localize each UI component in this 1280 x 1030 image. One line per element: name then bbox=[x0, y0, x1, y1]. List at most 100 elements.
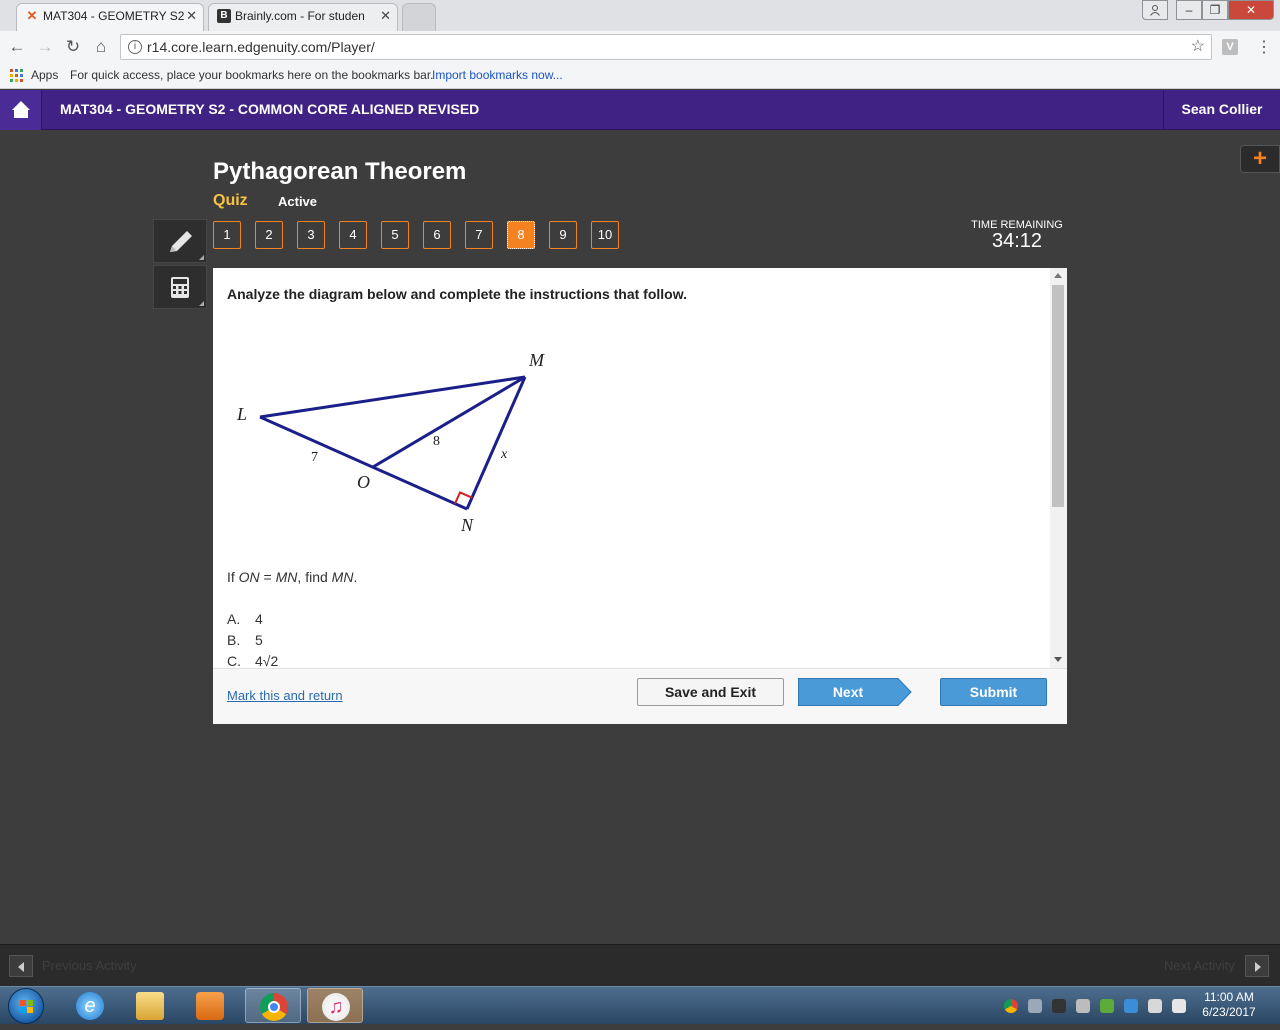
prompt-segment: MN bbox=[331, 569, 354, 585]
question-prompt: If ON = MN, find MN. bbox=[227, 569, 357, 585]
scrollbar-thumb[interactable] bbox=[1052, 285, 1064, 507]
question-nav-5[interactable]: 5 bbox=[381, 221, 409, 249]
question-nav-1[interactable]: 1 bbox=[213, 221, 241, 249]
question-scrollbar[interactable] bbox=[1050, 268, 1067, 668]
tray-network-icon[interactable] bbox=[1100, 999, 1114, 1013]
question-scroll-area[interactable]: Analyze the diagram below and complete t… bbox=[213, 268, 1067, 668]
browser-tab-strip: ✕ MAT304 - GEOMETRY S2 ✕ B Brainly.com -… bbox=[0, 0, 1280, 31]
browser-tab-edgenuity[interactable]: ✕ MAT304 - GEOMETRY S2 ✕ bbox=[16, 3, 204, 31]
prompt-segment: ON bbox=[238, 569, 260, 585]
scroll-down-icon[interactable] bbox=[1054, 657, 1062, 662]
mark-and-return-link[interactable]: Mark this and return bbox=[227, 688, 343, 703]
expand-plus-button[interactable]: + bbox=[1240, 145, 1280, 173]
course-title: MAT304 - GEOMETRY S2 - COMMON CORE ALIGN… bbox=[60, 101, 480, 117]
taskbar-clock[interactable]: 11:00 AM 6/23/2017 bbox=[1196, 990, 1262, 1020]
tray-device-icon[interactable] bbox=[1076, 999, 1090, 1013]
back-icon[interactable]: ← bbox=[6, 37, 28, 57]
previous-activity-label: Previous Activity bbox=[42, 958, 137, 973]
next-activity-button[interactable] bbox=[1245, 955, 1269, 977]
activity-status-label: Active bbox=[278, 194, 318, 209]
site-header: MAT304 - GEOMETRY S2 - COMMON CORE ALIGN… bbox=[0, 90, 1280, 130]
extension-icon[interactable]: V bbox=[1222, 39, 1238, 55]
import-bookmarks-link[interactable]: Import bookmarks now... bbox=[432, 63, 563, 87]
choice-letter: A. bbox=[227, 611, 241, 627]
user-name[interactable]: Sean Collier bbox=[1163, 90, 1280, 130]
prompt-text: , find bbox=[297, 569, 332, 585]
question-panel: Analyze the diagram below and complete t… bbox=[213, 268, 1067, 724]
restore-icon[interactable]: ❐ bbox=[1202, 0, 1228, 20]
close-tab-icon[interactable]: ✕ bbox=[186, 4, 197, 28]
vertex-label-n: N bbox=[460, 515, 474, 535]
clock-date: 6/23/2017 bbox=[1202, 1005, 1256, 1019]
apps-grid-icon[interactable] bbox=[10, 69, 24, 83]
lesson-title: Pythagorean Theorem bbox=[213, 158, 467, 185]
question-nav-2[interactable]: 2 bbox=[255, 221, 283, 249]
previous-activity-button[interactable] bbox=[9, 955, 33, 977]
taskbar-chrome[interactable] bbox=[245, 988, 301, 1023]
time-remaining-value: 34:12 bbox=[991, 230, 1043, 252]
apps-link[interactable]: Apps bbox=[31, 63, 58, 87]
taskbar-explorer[interactable] bbox=[122, 988, 178, 1023]
scroll-up-icon[interactable] bbox=[1054, 273, 1062, 278]
question-footer: Mark this and return Save and Exit Next … bbox=[213, 668, 1067, 724]
home-button[interactable] bbox=[0, 90, 42, 130]
browser-tab-brainly[interactable]: B Brainly.com - For studen ✕ bbox=[208, 3, 398, 31]
itunes-icon: ♫ bbox=[322, 993, 350, 1021]
taskbar-itunes[interactable]: ♫ bbox=[307, 988, 363, 1023]
next-button[interactable]: Next bbox=[798, 678, 912, 706]
tray-tool-icon[interactable] bbox=[1052, 999, 1066, 1013]
tray-flag-icon[interactable] bbox=[1148, 999, 1162, 1013]
forward-icon[interactable]: → bbox=[34, 37, 56, 57]
question-nav-8[interactable]: 8 bbox=[507, 221, 535, 249]
question-nav-9[interactable]: 9 bbox=[549, 221, 577, 249]
question-instructions: Analyze the diagram below and complete t… bbox=[227, 286, 687, 302]
submit-button[interactable]: Submit bbox=[940, 678, 1047, 706]
new-tab-button[interactable] bbox=[402, 3, 436, 31]
tray-volume-icon[interactable] bbox=[1172, 999, 1186, 1013]
question-nav-3[interactable]: 3 bbox=[297, 221, 325, 249]
answer-choice-b[interactable]: B. 5 bbox=[227, 632, 263, 648]
answer-choice-a[interactable]: A. 4 bbox=[227, 611, 263, 627]
home-icon[interactable]: ⌂ bbox=[90, 37, 112, 57]
url-text: r14.core.learn.edgenuity.com/Player/ bbox=[147, 39, 375, 55]
calculator-tool-button[interactable] bbox=[153, 265, 207, 309]
question-nav-7[interactable]: 7 bbox=[465, 221, 493, 249]
save-and-exit-button[interactable]: Save and Exit bbox=[637, 678, 784, 706]
answer-choice-c[interactable]: C. 4√2 bbox=[227, 653, 278, 668]
vertex-label-m: M bbox=[528, 350, 545, 370]
close-tab-icon[interactable]: ✕ bbox=[380, 4, 391, 28]
windows-logo-icon bbox=[20, 1000, 33, 1013]
profile-icon[interactable] bbox=[1142, 0, 1168, 20]
reload-icon[interactable]: ↻ bbox=[62, 37, 84, 57]
info-icon[interactable]: i bbox=[128, 40, 142, 54]
question-nav-6[interactable]: 6 bbox=[423, 221, 451, 249]
start-button[interactable] bbox=[8, 988, 44, 1024]
segment-mn bbox=[465, 376, 527, 510]
menu-icon[interactable]: ⋮ bbox=[1256, 37, 1272, 57]
choice-letter: C. bbox=[227, 653, 241, 668]
brainly-favicon-icon: B bbox=[217, 9, 231, 23]
close-window-icon[interactable]: ✕ bbox=[1228, 0, 1274, 20]
vertex-label-l: L bbox=[236, 404, 247, 424]
tab-title: MAT304 - GEOMETRY S2 bbox=[43, 9, 185, 23]
pencil-tool-button[interactable] bbox=[153, 219, 207, 263]
question-nav-10[interactable]: 10 bbox=[591, 221, 619, 249]
choice-letter: B. bbox=[227, 632, 241, 648]
address-bar[interactable]: i r14.core.learn.edgenuity.com/Player/ ☆ bbox=[120, 34, 1212, 60]
prompt-text: = bbox=[259, 569, 276, 585]
tab-title: Brainly.com - For studen bbox=[235, 9, 365, 23]
edgenuity-favicon-icon: ✕ bbox=[26, 8, 38, 23]
browser-toolbar: ← → ↻ ⌂ i r14.core.learn.edgenuity.com/P… bbox=[0, 31, 1280, 63]
bookmark-star-icon[interactable]: ☆ bbox=[1191, 35, 1205, 59]
next-button-label: Next bbox=[832, 684, 864, 700]
tray-chrome-icon[interactable] bbox=[1004, 999, 1018, 1013]
left-arrow-icon bbox=[18, 962, 24, 972]
minimize-icon[interactable]: – bbox=[1176, 0, 1202, 20]
triangle-diagram: L M O N 7 8 x bbox=[236, 350, 545, 535]
tray-security-icon[interactable] bbox=[1124, 999, 1138, 1013]
taskbar-ie[interactable]: e bbox=[62, 988, 118, 1023]
taskbar-media[interactable] bbox=[182, 988, 238, 1023]
question-nav-4[interactable]: 4 bbox=[339, 221, 367, 249]
segment-lm bbox=[259, 375, 526, 419]
tray-link-icon[interactable] bbox=[1028, 999, 1042, 1013]
